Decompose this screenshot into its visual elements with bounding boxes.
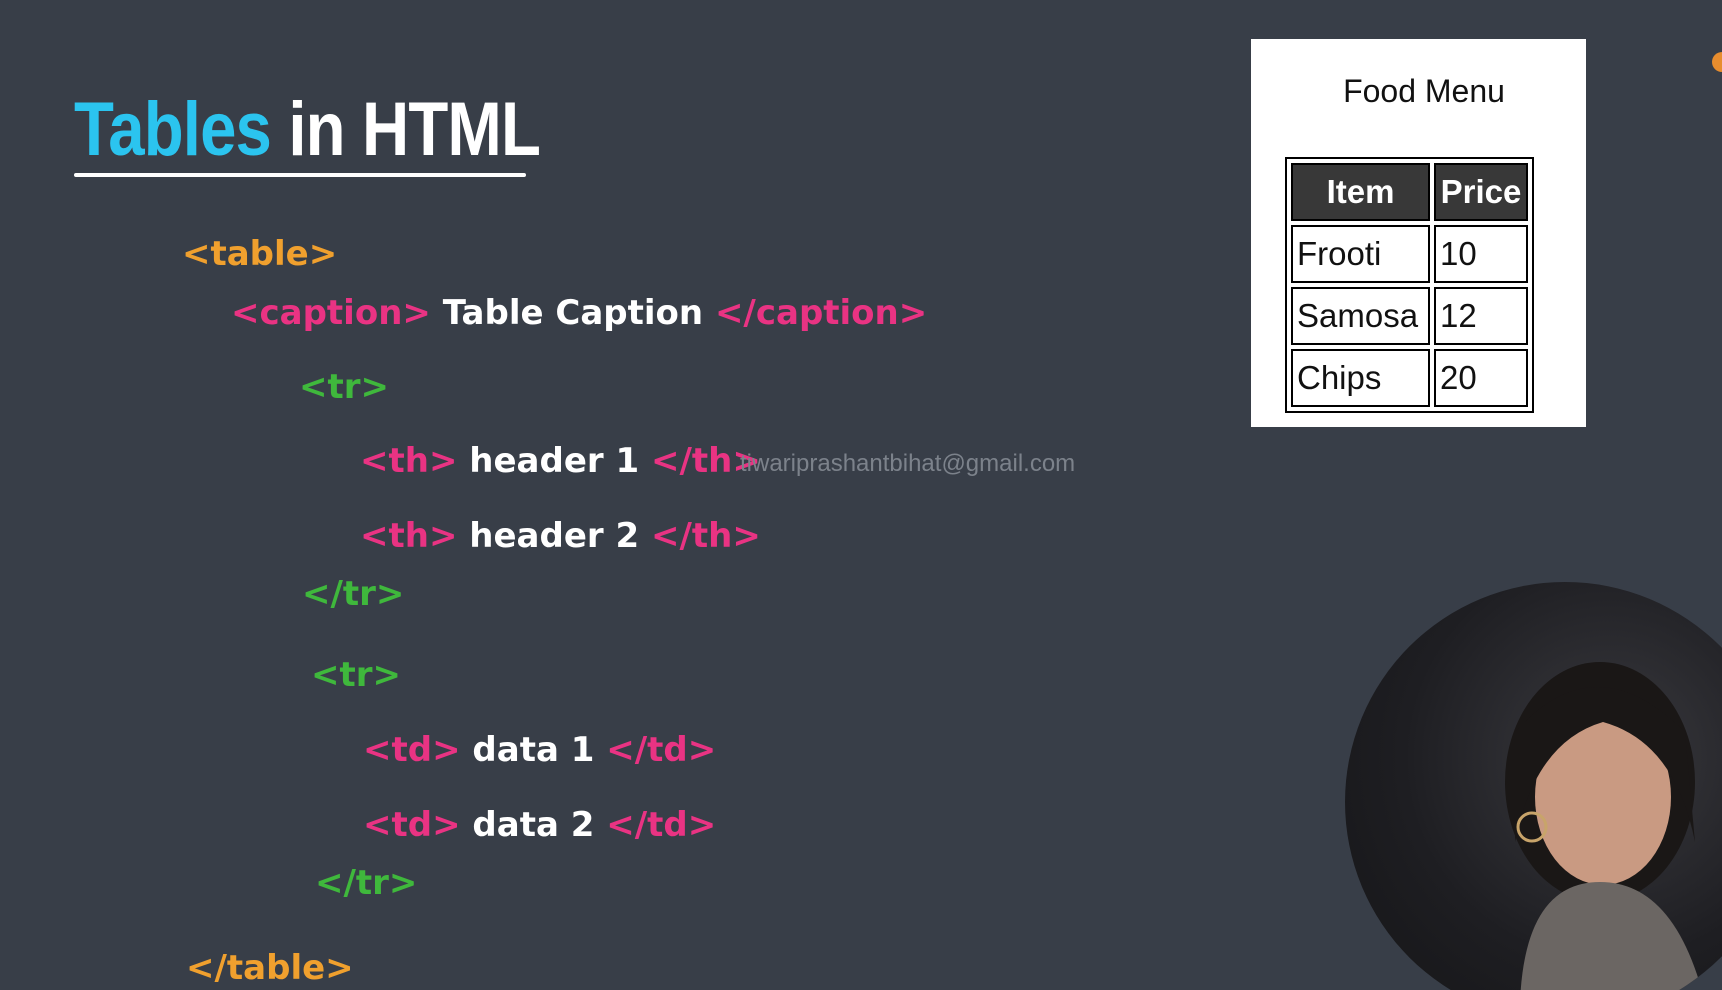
preview-cell: Chips (1291, 349, 1430, 407)
code-line-table-close: </table> (186, 951, 354, 985)
preview-table: Item Price Frooti 10 Samosa 12 Chips 20 (1285, 157, 1534, 413)
td-text: data 1 (472, 730, 595, 770)
preview-cell: Frooti (1291, 225, 1430, 283)
title-underline (74, 173, 526, 177)
code-line-tr-close-1: </tr> (302, 577, 404, 611)
tag-tr-close: </tr> (315, 863, 418, 903)
code-line-tr-close-2: </tr> (315, 866, 417, 900)
table-preview-card: Food Menu Item Price Frooti 10 Samosa 12 (1251, 39, 1586, 427)
tag-caption-close: </caption> (714, 293, 928, 333)
tag-th-open: <th> (360, 441, 458, 481)
preview-header-row: Item Price (1291, 163, 1528, 221)
title-rest: in HTML (288, 87, 541, 172)
caption-text: Table Caption (442, 293, 704, 333)
code-line-caption: <caption> Table Caption </caption> (231, 296, 927, 330)
code-line-td-2: <td> data 2 </td> (363, 808, 716, 842)
preview-cell: Samosa (1291, 287, 1430, 345)
tag-table-close: </table> (186, 948, 354, 988)
preview-cell: 10 (1434, 225, 1528, 283)
th-text: header 2 (469, 516, 640, 556)
title-highlight: Tables (74, 87, 272, 172)
tag-tr-open: <tr> (311, 655, 401, 695)
slide: Tables in HTML <table> <caption> Table C… (0, 0, 1722, 990)
watermark-email: tiwariprashantbihat@gmail.com (740, 450, 1076, 477)
code-line-th-1: <th> header 1 </th> (360, 444, 761, 478)
code-line-tr-open-2: <tr> (311, 658, 401, 692)
tag-caption-open: <caption> (231, 293, 431, 333)
preview-header-price: Price (1434, 163, 1528, 221)
preview-cell: 20 (1434, 349, 1528, 407)
presenter-silhouette-icon (1505, 662, 1702, 990)
presenter-webcam (1345, 582, 1722, 990)
preview-row: Samosa 12 (1291, 287, 1528, 345)
preview-cell: 12 (1434, 287, 1528, 345)
th-text: header 1 (469, 441, 640, 481)
code-line-tr-open-1: <tr> (299, 370, 389, 404)
tag-tr-close: </tr> (302, 574, 405, 614)
td-text: data 2 (472, 805, 595, 845)
recording-indicator-icon (1712, 52, 1722, 72)
tag-table-open: <table> (182, 234, 338, 274)
tag-tr-open: <tr> (299, 367, 389, 407)
preview-caption: Food Menu (1343, 73, 1505, 109)
tag-th-open: <th> (360, 516, 458, 556)
tag-th-close: </th> (651, 516, 761, 556)
slide-title: Tables in HTML (74, 92, 541, 168)
preview-row: Chips 20 (1291, 349, 1528, 407)
tag-td-close: </td> (606, 730, 717, 770)
code-line-table-open: <table> (182, 237, 337, 271)
code-line-th-2: <th> header 2 </th> (360, 519, 761, 553)
tag-td-close: </td> (606, 805, 717, 845)
tag-td-open: <td> (363, 805, 461, 845)
tag-td-open: <td> (363, 730, 461, 770)
preview-row: Frooti 10 (1291, 225, 1528, 283)
code-line-td-1: <td> data 1 </td> (363, 733, 716, 767)
preview-header-item: Item (1291, 163, 1430, 221)
